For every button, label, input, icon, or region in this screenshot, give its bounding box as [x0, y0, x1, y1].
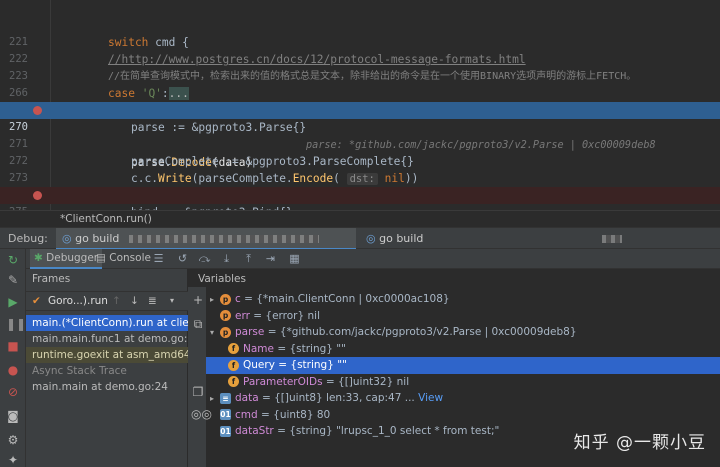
- go-icon: ◎: [62, 232, 72, 245]
- debug-side-toolbar: ↻ ✎ ▶ ❚❚ ■ ● ⊘ ◙ ⚙ ✦: [0, 249, 26, 467]
- variable-row[interactable]: ▸ p c = {*main.ClientConn | 0xc0000ac108}: [206, 291, 720, 308]
- code-line-breakpoint[interactable]: 275 bind.Decode(data): [0, 187, 720, 254]
- slice-icon: ≡: [220, 392, 231, 404]
- view-breakpoints-icon[interactable]: ●: [6, 363, 20, 377]
- code-line[interactable]: 221 //http://www.postgres.cn/docs/12/pro…: [0, 17, 720, 66]
- parameter-icon: p: [220, 293, 231, 305]
- async-stack-trace-title: Async Stack Trace: [32, 365, 127, 377]
- variables-title: Variables: [198, 273, 246, 285]
- copy-value-icon[interactable]: ❐: [191, 385, 205, 399]
- code-line-current[interactable]: 270 parse.Decode(data): [0, 102, 720, 169]
- variable-row[interactable]: f Name = {string} "": [206, 341, 720, 358]
- camera-icon[interactable]: ◙: [6, 409, 20, 423]
- parameter-icon: p: [220, 326, 231, 338]
- parameter-icon: p: [220, 310, 231, 321]
- code-editor[interactable]: switch cmd { 221 //http://www.postgres.c…: [0, 0, 720, 254]
- console-icon: ▤: [96, 252, 106, 264]
- breadcrumb-item[interactable]: *ClientConn.run(): [60, 213, 152, 225]
- local-variable-icon: 01: [220, 409, 231, 420]
- frame-item[interactable]: main.main at demo.go:24: [26, 379, 188, 395]
- run-to-cursor-icon[interactable]: ⇥: [264, 252, 277, 265]
- tab-console[interactable]: ▤ Console: [92, 249, 155, 269]
- debug-session-tab[interactable]: ◎ go build: [56, 228, 356, 250]
- debug-tool-window-header: Debug: ◎ go build ◎ go build: [0, 227, 720, 264]
- code-line[interactable]: 273 case 'B': /* bind */: [0, 153, 720, 202]
- check-icon: ✔: [32, 295, 41, 307]
- evaluate-icon[interactable]: ▦: [288, 252, 301, 265]
- frames-panel: Frames ✔ Goro...).run ↑ ↓ ≣ ▾ main.(*Cli…: [26, 269, 188, 467]
- redacted-text: [602, 235, 622, 243]
- show-execution-point-icon[interactable]: ↺: [176, 252, 189, 265]
- variable-row[interactable]: 01 cmd = {uint8} 80: [206, 407, 720, 424]
- breadcrumb[interactable]: *ClientConn.run(): [0, 210, 720, 227]
- debugger-toolbar: ✱ Debugger ▤ Console ☰ ↺ ⤼ ⤓ ⤒ ⇥ ▦: [26, 249, 720, 269]
- debug-label: Debug:: [8, 232, 48, 245]
- frame-item[interactable]: main.main.func1 at demo.go:30: [26, 331, 188, 347]
- filter-icon[interactable]: ≣: [148, 292, 157, 310]
- field-icon: f: [228, 359, 239, 371]
- code-line[interactable]: 274 bind := &pgproto3.Bind{}: [0, 170, 720, 219]
- code-line[interactable]: 271 parseComplete := &pgproto3.ParseComp…: [0, 119, 720, 168]
- frame-item[interactable]: main.(*ClientConn).run at client.go: [26, 315, 188, 331]
- variable-row[interactable]: ▸ ≡ data = {[]uint8} len:33, cap:47 ... Vi…: [206, 390, 720, 407]
- chevron-down-icon[interactable]: ▾: [170, 292, 174, 310]
- up-arrow-icon[interactable]: ↑: [112, 292, 121, 310]
- watches-icon[interactable]: ◎◎: [191, 407, 212, 421]
- code-line[interactable]: 266 case 'P': /* parse */: [0, 68, 720, 117]
- variable-row-selected[interactable]: f Query = {string} "": [206, 357, 720, 374]
- local-variable-icon: 01: [220, 425, 231, 437]
- goroutine-selector[interactable]: ✔ Goro...).run ↑ ↓ ≣ ▾: [26, 291, 188, 311]
- view-link[interactable]: View: [418, 392, 443, 404]
- expand-arrow-icon[interactable]: ▸: [210, 391, 220, 408]
- stop-icon[interactable]: ■: [6, 339, 20, 353]
- code-line[interactable]: 272 c.c.Write(parseComplete.Encode( dst:…: [0, 136, 720, 186]
- down-arrow-icon[interactable]: ↓: [130, 292, 139, 310]
- debug-session-tab[interactable]: ◎ go build: [360, 228, 560, 264]
- variable-row[interactable]: p err = {error} nil: [206, 308, 720, 325]
- step-over-icon[interactable]: ⤼: [198, 252, 211, 265]
- resume-icon[interactable]: ▶: [6, 295, 20, 309]
- variable-row[interactable]: ▾ p parse = {*github.com/jackc/pgproto3/v2…: [206, 324, 720, 341]
- step-out-icon[interactable]: ⤒: [242, 252, 255, 265]
- breakpoint-icon[interactable]: [33, 191, 42, 200]
- settings-icon[interactable]: ⚙: [6, 433, 20, 447]
- bug-icon: ✱: [34, 252, 43, 264]
- wrench-icon[interactable]: ✎: [6, 273, 20, 287]
- copy-icon[interactable]: ⧉: [191, 317, 205, 331]
- frame-item[interactable]: runtime.goexit at asm_amd64.s: [26, 347, 188, 363]
- watermark: 知乎 @一颗小豆: [573, 433, 706, 453]
- mute-breakpoints-icon[interactable]: ⊘: [6, 385, 20, 399]
- redacted-text: [128, 235, 319, 243]
- frames-title: Frames: [32, 273, 71, 285]
- step-into-icon[interactable]: ⤓: [220, 252, 233, 265]
- code-line[interactable]: switch cmd {: [0, 0, 720, 49]
- add-watch-icon[interactable]: +: [191, 293, 205, 307]
- menu-icon[interactable]: ☰: [152, 252, 165, 265]
- breakpoint-icon[interactable]: [33, 106, 42, 115]
- field-icon: f: [228, 376, 239, 387]
- code-line[interactable]: 269 parse := &pgproto3.Parse{} parse: *g…: [0, 85, 720, 150]
- code-line[interactable]: 223 case 'Q':...: [0, 51, 720, 101]
- go-icon: ◎: [366, 232, 376, 245]
- code-line[interactable]: 222 //在简单查询模式中，检索出来的值的格式总是文本，除非给出的命令是在一个…: [0, 34, 720, 82]
- rerun-icon[interactable]: ↻: [6, 253, 20, 267]
- expand-arrow-icon[interactable]: ▸: [210, 292, 220, 309]
- variables-toolbar: + ⧉ ❐ ◎◎: [188, 287, 212, 467]
- pause-icon[interactable]: ❚❚: [6, 317, 26, 331]
- field-icon: f: [228, 343, 239, 354]
- variable-row[interactable]: f ParameterOIDs = {[]uint32} nil: [206, 374, 720, 391]
- collapse-arrow-icon[interactable]: ▾: [210, 325, 220, 342]
- pin-icon[interactable]: ✦: [6, 453, 20, 467]
